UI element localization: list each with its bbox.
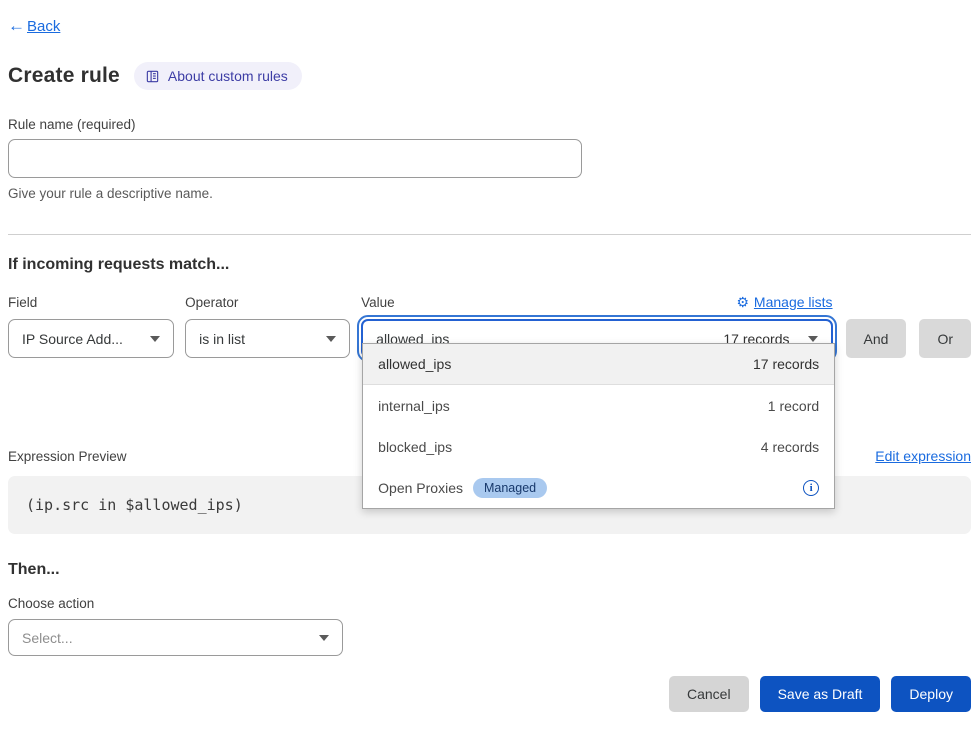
list-item-internal-ips[interactable]: internal_ips 1 record <box>363 385 834 426</box>
save-as-draft-button[interactable]: Save as Draft <box>760 676 881 712</box>
expression-code: (ip.src in $allowed_ips) <box>26 496 243 514</box>
chevron-down-icon <box>808 336 818 342</box>
rule-name-label: Rule name (required) <box>8 117 971 132</box>
back-link[interactable]: Back <box>27 18 60 35</box>
match-section-heading: If incoming requests match... <box>8 256 971 274</box>
and-or-buttons: And Or <box>846 319 971 358</box>
field-select[interactable]: IP Source Add... <box>8 319 174 358</box>
info-icon[interactable]: i <box>803 480 819 496</box>
list-item-open-proxies[interactable]: Open Proxies Managed i <box>363 467 834 508</box>
operator-label: Operator <box>185 295 238 310</box>
field-select-value: IP Source Add... <box>22 331 123 347</box>
edit-expression-link[interactable]: Edit expression <box>875 448 971 464</box>
and-button[interactable]: And <box>846 319 907 358</box>
back-arrow-icon: ← <box>8 16 25 36</box>
manage-lists-link[interactable]: ⚙ Manage lists <box>736 294 832 311</box>
list-item-name: internal_ips <box>378 398 450 414</box>
chevron-down-icon <box>326 336 336 342</box>
rule-name-hint: Give your rule a descriptive name. <box>8 186 971 201</box>
action-select[interactable]: Select... <box>8 619 343 656</box>
then-section-heading: Then... <box>8 561 971 579</box>
chevron-down-icon <box>150 336 160 342</box>
about-pill-label: About custom rules <box>168 68 288 84</box>
or-button[interactable]: Or <box>919 319 971 358</box>
list-item-records: 1 record <box>768 398 819 414</box>
list-item-name: Open Proxies <box>378 480 463 496</box>
rule-name-input[interactable] <box>8 139 582 178</box>
title-row: Create rule About custom rules <box>8 62 971 90</box>
condition-row: Field IP Source Add... Operator is in li… <box>8 292 971 358</box>
field-column: Field IP Source Add... <box>8 292 174 358</box>
book-icon <box>145 69 160 84</box>
create-rule-page: ← Back Create rule About custom rules Ru… <box>0 0 979 739</box>
operator-select-value: is in list <box>199 331 245 347</box>
manage-lists-label: Manage lists <box>754 294 833 310</box>
list-item-records: 4 records <box>761 439 819 455</box>
operator-select[interactable]: is in list <box>185 319 350 358</box>
value-label: Value <box>361 295 395 310</box>
expression-preview-label: Expression Preview <box>8 449 127 464</box>
gear-icon: ⚙ <box>736 294 749 311</box>
list-item-allowed-ips[interactable]: allowed_ips 17 records <box>363 344 834 385</box>
deploy-button[interactable]: Deploy <box>891 676 971 712</box>
list-item-records: 17 records <box>753 356 819 372</box>
managed-badge: Managed <box>473 478 547 498</box>
list-item-blocked-ips[interactable]: blocked_ips 4 records <box>363 426 834 467</box>
choose-action-label: Choose action <box>8 596 971 611</box>
action-select-placeholder: Select... <box>22 630 73 646</box>
operator-column: Operator is in list <box>185 292 350 358</box>
about-custom-rules-link[interactable]: About custom rules <box>134 62 302 90</box>
field-label: Field <box>8 295 37 310</box>
section-divider <box>8 234 971 235</box>
value-column: Value ⚙ Manage lists allowed_ips 17 reco… <box>361 292 832 358</box>
list-dropdown-panel: allowed_ips 17 records internal_ips 1 re… <box>362 343 835 509</box>
footer-actions: Cancel Save as Draft Deploy <box>8 676 971 712</box>
back-row: ← Back <box>8 16 971 36</box>
cancel-button[interactable]: Cancel <box>669 676 749 712</box>
page-title: Create rule <box>8 64 120 88</box>
list-item-name: allowed_ips <box>378 356 451 372</box>
chevron-down-icon <box>319 635 329 641</box>
list-item-name: blocked_ips <box>378 439 452 455</box>
